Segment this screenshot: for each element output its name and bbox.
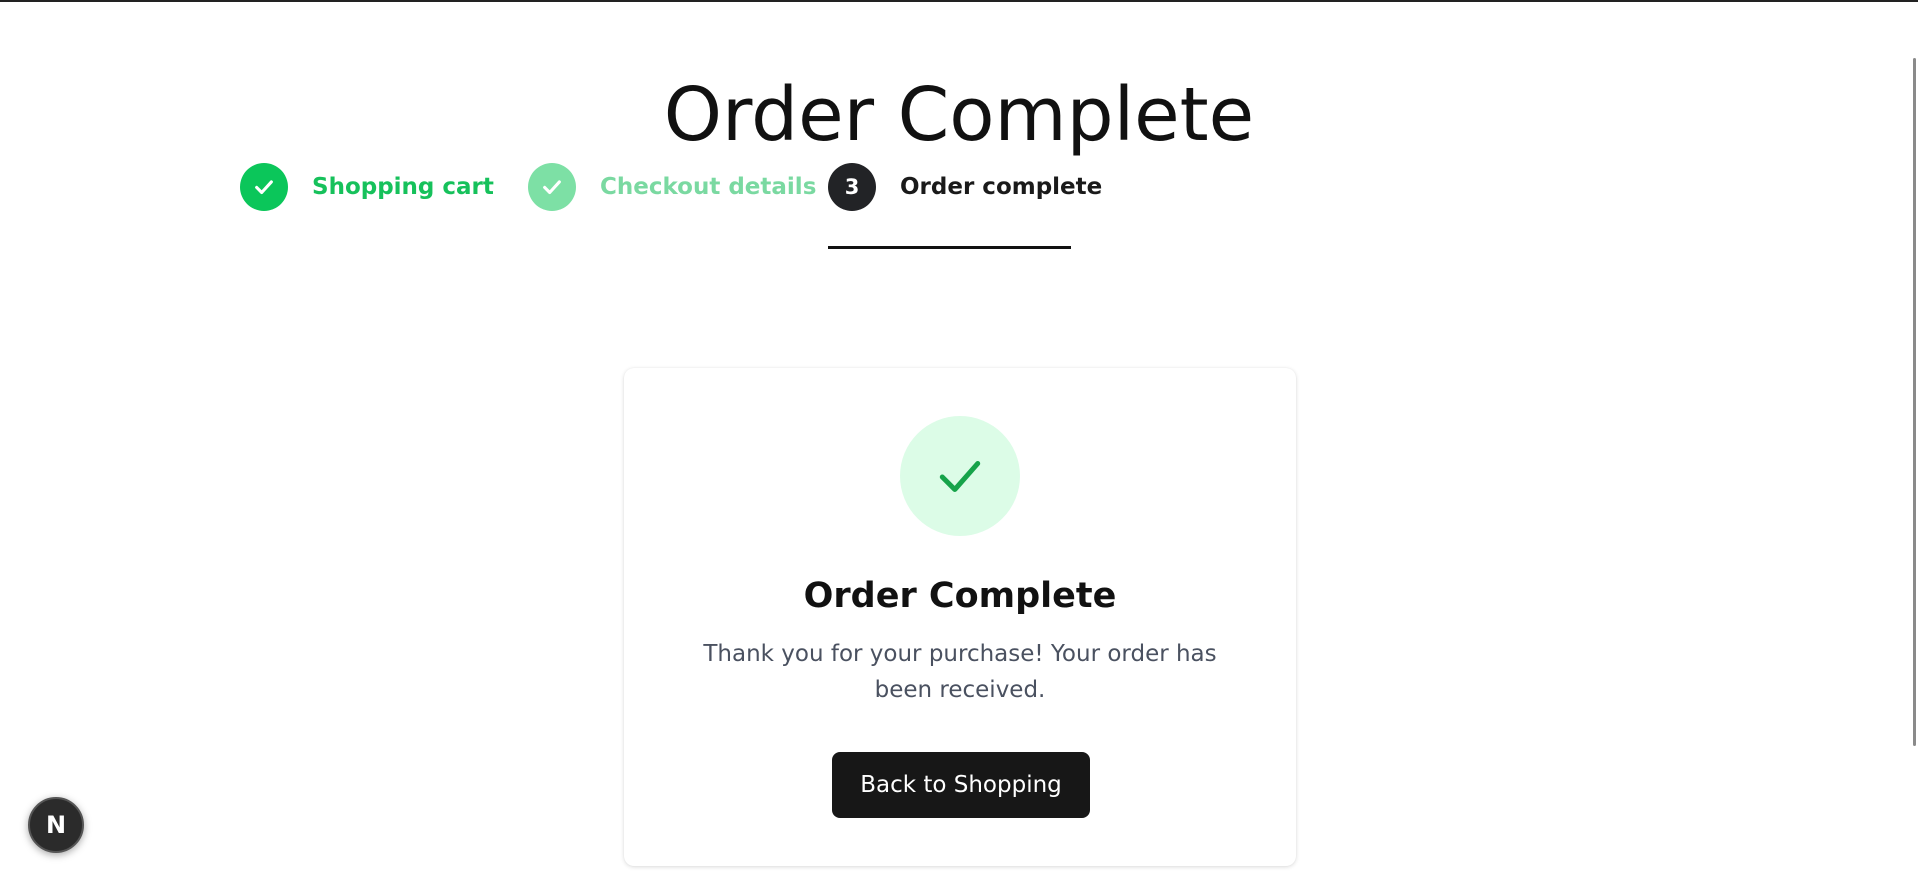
- card-title: Order Complete: [803, 576, 1117, 616]
- step-number-circle: 3: [828, 163, 876, 211]
- order-complete-card: Order Complete Thank you for your purcha…: [624, 368, 1296, 866]
- step-checkout-details[interactable]: Checkout details: [528, 162, 816, 212]
- success-badge: [900, 416, 1020, 536]
- check-icon: [939, 461, 981, 493]
- check-icon: [255, 180, 273, 195]
- step-label: Shopping cart: [312, 174, 494, 200]
- step-complete-circle: [528, 163, 576, 211]
- step-shopping-cart[interactable]: Shopping cart: [240, 162, 494, 212]
- check-icon: [543, 180, 561, 195]
- back-to-shopping-button[interactable]: Back to Shopping: [832, 752, 1090, 818]
- step-label: Order complete: [900, 174, 1103, 200]
- step-complete-circle: [240, 163, 288, 211]
- top-border: [0, 0, 1918, 2]
- confirmation-message: Thank you for your purchase! Your order …: [703, 641, 1217, 703]
- scrollbar-thumb[interactable]: [1913, 58, 1916, 746]
- active-step-underline: [828, 246, 1071, 249]
- step-label: Checkout details: [600, 174, 817, 200]
- nextjs-dev-badge[interactable]: N: [28, 797, 84, 853]
- step-order-complete[interactable]: 3 Order complete: [828, 162, 1102, 212]
- page-title: Order Complete: [663, 71, 1255, 158]
- scrollbar-track[interactable]: [1912, 2, 1918, 876]
